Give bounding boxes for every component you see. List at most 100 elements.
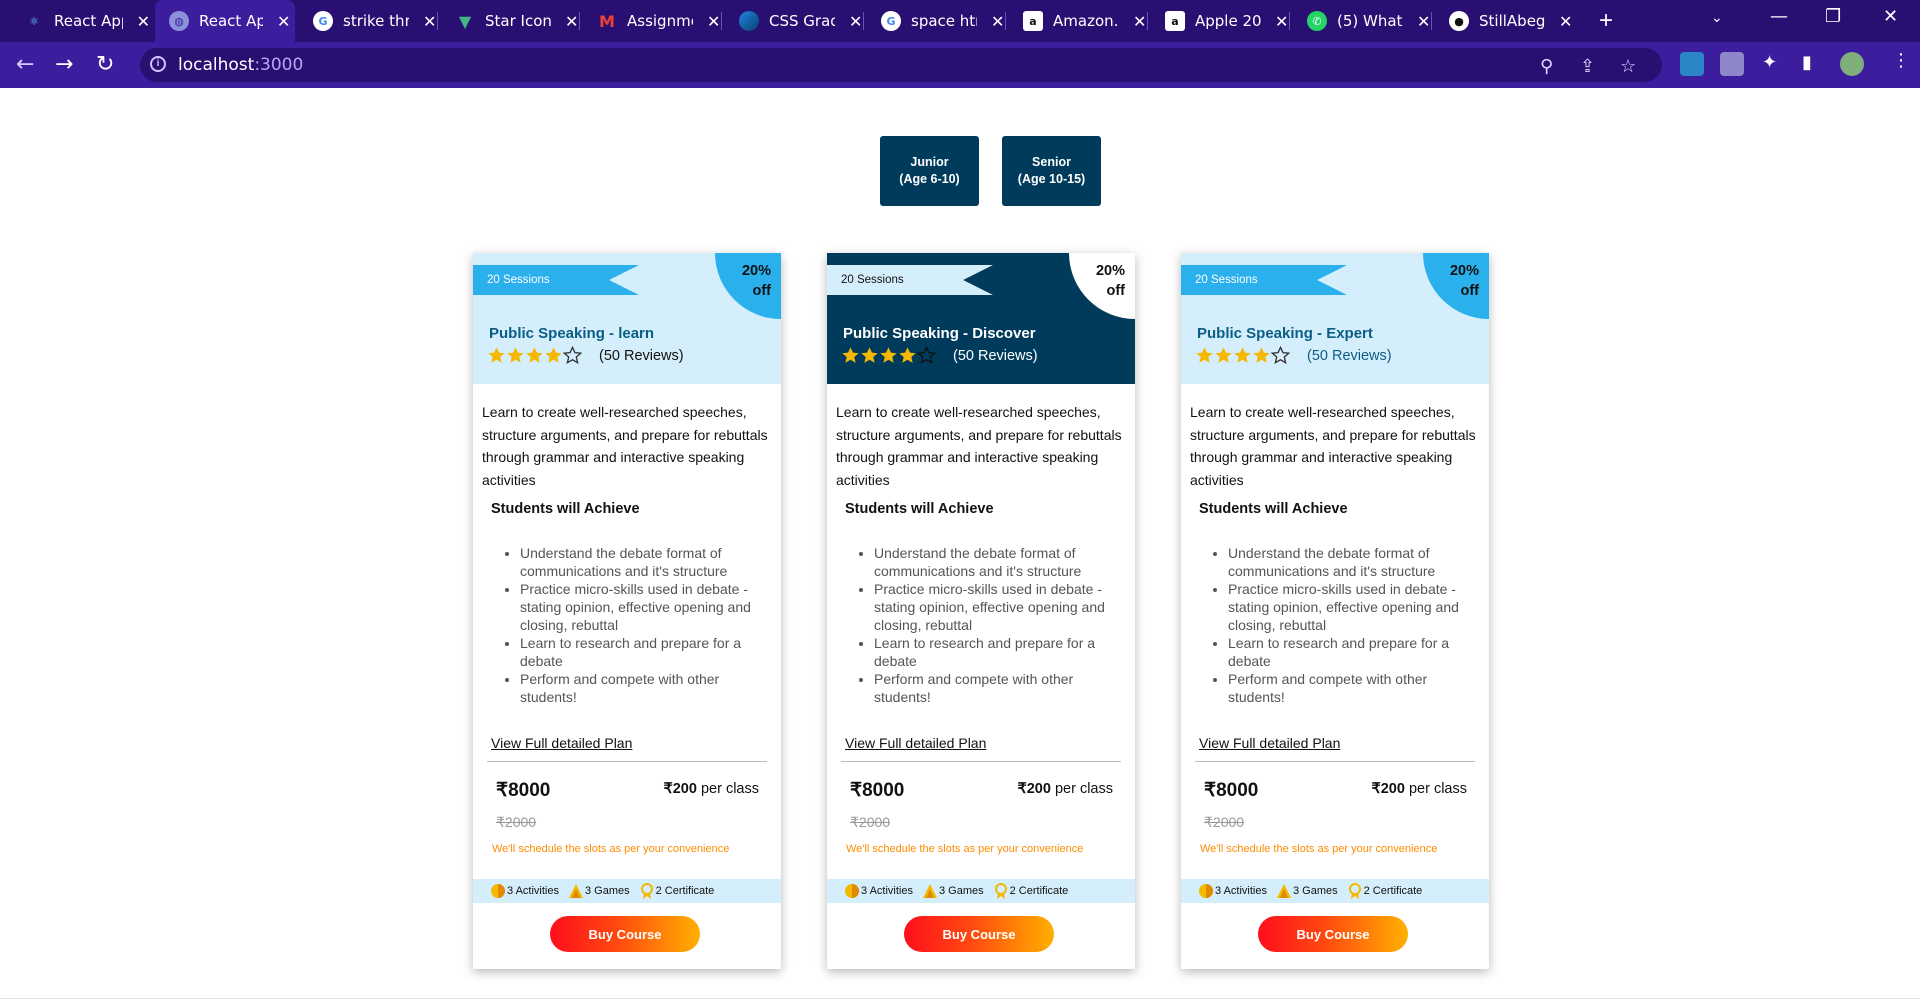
zoom-icon[interactable]: ⚲	[1540, 56, 1553, 77]
restore-icon[interactable]: ❐	[1825, 6, 1841, 27]
per-class-price: ₹200 per class	[663, 781, 759, 797]
page-bottom-border	[0, 998, 1920, 999]
close-icon[interactable]: ✕	[1133, 12, 1146, 31]
extension-icon[interactable]	[1720, 52, 1744, 76]
tab-title: CSS Gradi	[769, 12, 835, 30]
close-icon[interactable]: ✕	[565, 12, 578, 31]
menu-kebab-icon[interactable]: ⋮	[1892, 50, 1910, 71]
tab-title: Amazon.i	[1053, 12, 1119, 30]
features-bar: 3 Activities 3 Games 2 Certificate	[1181, 879, 1489, 903]
whatsapp-icon: ✆	[1307, 11, 1327, 31]
side-panel-icon[interactable]: ▮	[1802, 52, 1812, 73]
list-item: Practice micro-skills used in debate - s…	[874, 580, 1126, 634]
browser-tab[interactable]: G space htm ✕	[863, 0, 1005, 42]
github-icon: ●	[1449, 11, 1469, 31]
buy-course-button[interactable]: Buy Course	[1258, 916, 1408, 952]
list-item: Practice micro-skills used in debate - s…	[520, 580, 772, 634]
reload-icon[interactable]: ↻	[96, 52, 114, 77]
star-filled-icon	[842, 347, 859, 363]
course-description: Learn to create well-researched speeches…	[1190, 404, 1476, 488]
close-icon[interactable]: ✕	[849, 12, 862, 31]
tab-search-icon[interactable]: ⌄	[1711, 10, 1723, 26]
profile-avatar[interactable]	[1840, 52, 1864, 76]
browser-tab[interactable]: ▼ Star Icons ✕	[437, 0, 579, 42]
review-count: (50 Reviews)	[1307, 348, 1392, 364]
certificate-icon	[1348, 883, 1361, 899]
list-item: Perform and compete with other students!	[520, 670, 772, 706]
view-plan-link[interactable]: View Full detailed Plan	[845, 735, 986, 751]
course-price: ₹8000	[850, 780, 905, 801]
browser-tab[interactable]: a Apple 20 ✕	[1147, 0, 1289, 42]
feature-games: 3 Games	[568, 883, 630, 899]
tab-title: React App	[199, 12, 263, 30]
star-filled-icon	[880, 347, 897, 363]
url-text[interactable]: localhost:3000	[178, 55, 303, 75]
browser-tab[interactable]: M Assignment ✕	[579, 0, 721, 42]
browser-tab[interactable]: CSS Gradi ✕	[721, 0, 863, 42]
browser-tab[interactable]: G strike throu ✕	[295, 0, 437, 42]
feature-certificate: 2 Certificate	[1347, 883, 1422, 899]
course-card: 20 Sessions 20% off Public Speaking - Exp…	[1181, 253, 1489, 969]
course-title: Public Speaking - learn	[489, 325, 655, 342]
extension-icon[interactable]	[1680, 52, 1704, 76]
achieve-heading: Students will Achieve	[845, 501, 994, 517]
junior-age-button[interactable]: Junior (Age 6-10)	[880, 136, 979, 206]
senior-age-button[interactable]: Senior (Age 10-15)	[1002, 136, 1101, 206]
activities-icon	[845, 884, 859, 898]
divider	[841, 761, 1121, 762]
feature-certificate: 2 Certificate	[993, 883, 1068, 899]
divider	[1195, 761, 1475, 762]
bookmark-star-icon[interactable]: ☆	[1620, 56, 1636, 77]
close-icon[interactable]: ✕	[137, 12, 150, 31]
forward-icon[interactable]: →	[55, 52, 73, 77]
star-empty-icon	[563, 346, 582, 365]
achievement-list: Understand the debate format of communic…	[520, 544, 772, 706]
tab-title: strike throu	[343, 12, 409, 30]
site-info-icon[interactable]: i	[150, 56, 166, 72]
browser-tab[interactable]: ● StillAbegi ✕	[1431, 0, 1581, 42]
browser-tab[interactable]: a Amazon.i ✕	[1005, 0, 1147, 42]
star-rating	[841, 346, 936, 365]
star-filled-icon	[1215, 347, 1232, 363]
new-tab-icon[interactable]: +	[1599, 7, 1613, 35]
edge-icon	[739, 11, 759, 31]
star-filled-icon	[545, 347, 562, 363]
address-bar[interactable]: i localhost:3000 ⚲ ⇪ ☆	[140, 48, 1662, 82]
close-icon[interactable]: ✕	[707, 12, 720, 31]
features-bar: 3 Activities 3 Games 2 Certificate	[827, 879, 1135, 903]
google-icon: G	[313, 11, 333, 31]
course-title: Public Speaking - Discover	[843, 325, 1036, 342]
buy-course-button[interactable]: Buy Course	[550, 916, 700, 952]
globe-icon: ◍	[169, 11, 189, 31]
buy-course-button[interactable]: Buy Course	[904, 916, 1054, 952]
view-plan-link[interactable]: View Full detailed Plan	[1199, 735, 1340, 751]
review-count: (50 Reviews)	[953, 348, 1038, 364]
view-plan-link[interactable]: View Full detailed Plan	[491, 735, 632, 751]
certificate-icon	[640, 883, 653, 899]
close-icon[interactable]: ✕	[991, 12, 1004, 31]
close-icon[interactable]: ✕	[277, 12, 290, 31]
schedule-note: We'll schedule the slots as per your con…	[846, 843, 1084, 855]
age-range: (Age 10-15)	[1017, 172, 1086, 186]
course-card: 20 Sessions 20% off Public Speaking - lea…	[473, 253, 781, 969]
browser-tab[interactable]: ⚛ React App ✕	[0, 0, 150, 42]
close-icon[interactable]: ✕	[423, 12, 436, 31]
close-icon[interactable]: ✕	[1559, 12, 1572, 31]
list-item: Understand the debate format of communic…	[520, 544, 772, 580]
browser-tab[interactable]: ✆ (5) Whats ✕	[1289, 0, 1431, 42]
back-icon[interactable]: ←	[16, 52, 34, 77]
gmail-icon: M	[599, 11, 615, 31]
games-icon	[568, 884, 583, 898]
age-range: (Age 6-10)	[899, 172, 960, 186]
features-bar: 3 Activities 3 Games 2 Certificate	[473, 879, 781, 903]
list-item: Understand the debate format of communic…	[874, 544, 1126, 580]
close-icon[interactable]: ✕	[1275, 12, 1288, 31]
share-icon[interactable]: ⇪	[1580, 56, 1595, 77]
minimize-icon[interactable]: —	[1770, 6, 1788, 27]
extensions-puzzle-icon[interactable]: ✦	[1762, 52, 1777, 73]
browser-tab-active[interactable]: ◍ React App ✕	[155, 0, 295, 42]
close-icon[interactable]: ✕	[1417, 12, 1430, 31]
close-window-icon[interactable]: ✕	[1883, 6, 1898, 27]
games-icon	[1276, 884, 1291, 898]
course-description: Learn to create well-researched speeches…	[836, 404, 1122, 488]
